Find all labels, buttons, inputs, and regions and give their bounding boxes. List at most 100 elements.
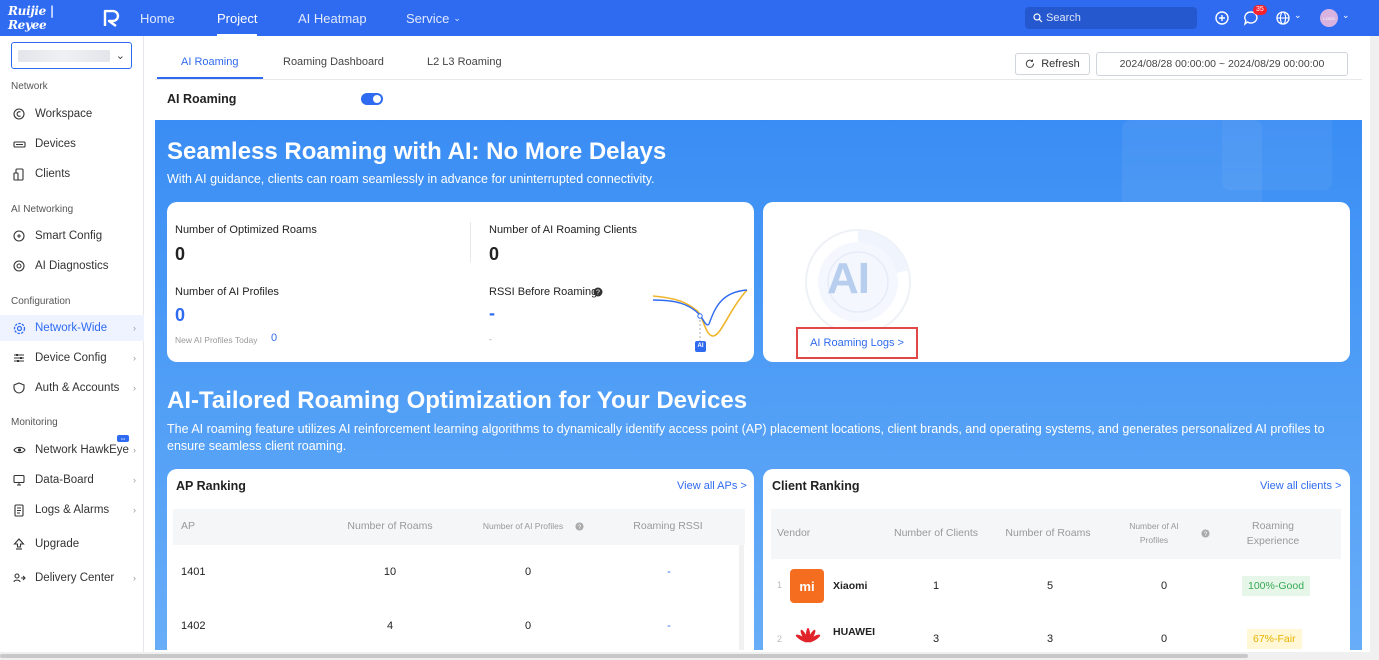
avatar[interactable]: LOGO xyxy=(1320,9,1338,27)
hero-banner: Seamless Roaming with AI: No More Delays… xyxy=(155,120,1362,650)
sidebar-item-ai-diagnostics[interactable]: AI Diagnostics xyxy=(0,253,144,279)
rssi-value: - xyxy=(489,303,495,323)
network-wide-gear-icon xyxy=(12,321,26,335)
clients-icon xyxy=(12,167,26,181)
vendor-name: Xiaomi xyxy=(833,580,868,592)
chevron-down-icon: ⌄ xyxy=(453,12,461,23)
client-ranking-title: Client Ranking xyxy=(772,479,860,493)
hero-title: Seamless Roaming with AI: No More Delays xyxy=(167,138,667,165)
page-vertical-scrollbar[interactable] xyxy=(1370,36,1379,656)
clients-count: 1 xyxy=(932,580,940,592)
column-header: Number of Roams xyxy=(1005,527,1091,539)
sidebar-item-workspace[interactable]: Workspace xyxy=(0,101,144,127)
refresh-button[interactable]: Refresh xyxy=(1015,53,1090,75)
sidebar-item-smart-config[interactable]: Smart Config xyxy=(0,223,144,249)
sidebar-item-devices[interactable]: Devices xyxy=(0,131,144,157)
horizontal-scroll-thumb[interactable] xyxy=(0,654,1248,658)
optimized-roams-label: Number of Optimized Roams xyxy=(175,224,317,236)
top-nav-bar: Ruijie | Reyee Home Project AI Heatmap S… xyxy=(0,0,1379,36)
language-chevron-icon[interactable]: ⌄ xyxy=(1294,10,1302,21)
ai-roaming-toggle[interactable] xyxy=(361,93,383,105)
globe-icon[interactable] xyxy=(1275,10,1291,26)
help-icon[interactable]: ? xyxy=(593,287,603,297)
ap-name: 1401 xyxy=(181,566,206,578)
rank-number: 1 xyxy=(777,580,783,590)
nav-service[interactable]: Service ⌄ xyxy=(406,0,461,36)
chevron-right-icon: › xyxy=(133,445,136,455)
active-tab-indicator xyxy=(157,77,263,79)
sidebar-item-label: Auth & Accounts xyxy=(35,382,120,394)
brand-logo[interactable]: Ruijie | Reyee xyxy=(8,4,120,32)
eye-icon xyxy=(12,443,26,457)
sidebar-item-label: Device Config xyxy=(35,352,107,364)
refresh-label: Refresh xyxy=(1041,58,1080,70)
roams-count: 10 xyxy=(383,566,397,578)
ai-roaming-logs-link[interactable]: AI Roaming Logs > xyxy=(796,327,918,359)
sidebar-item-data-board[interactable]: Data-Board › xyxy=(0,467,144,493)
upgrade-arrow-icon xyxy=(12,537,26,551)
svg-text:?: ? xyxy=(1204,531,1208,538)
column-header: Roaming RSSI xyxy=(633,520,703,532)
client-ranking-card: Client Ranking View all clients > Vendor… xyxy=(763,469,1350,650)
sidebar: ⌄ Network Workspace Devices Clients AI N… xyxy=(0,36,144,656)
sidebar-item-label: AI Diagnostics xyxy=(35,260,109,272)
sidebar-item-delivery-center[interactable]: Delivery Center › xyxy=(0,565,144,591)
optimization-title: AI-Tailored Roaming Optimization for You… xyxy=(167,387,748,414)
nav-ai-heatmap[interactable]: AI Heatmap xyxy=(298,0,367,36)
help-icon[interactable]: ? xyxy=(1201,529,1210,538)
ai-clients-label: Number of AI Roaming Clients xyxy=(489,224,637,236)
sidebar-item-label: Delivery Center xyxy=(35,572,115,584)
ai-profiles-label: Number of AI Profiles xyxy=(175,286,279,298)
profiles-count: 0 xyxy=(524,566,532,578)
column-header: Number of AI Profiles xyxy=(1129,521,1179,545)
ai-profiles-value[interactable]: 0 xyxy=(175,305,185,326)
view-all-clients-link[interactable]: View all clients > xyxy=(1260,480,1341,492)
roams-count: 3 xyxy=(1046,633,1054,645)
sidebar-item-device-config[interactable]: Device Config › xyxy=(0,345,144,371)
project-select[interactable]: ⌄ xyxy=(11,42,132,69)
tab-ai-roaming[interactable]: AI Roaming xyxy=(181,56,238,68)
sliders-icon xyxy=(12,351,26,365)
column-header: Number of Roams xyxy=(347,520,433,532)
chevron-right-icon: › xyxy=(133,505,136,515)
sidebar-item-label: Network-Wide xyxy=(35,322,108,334)
ap-table-scrollbar[interactable] xyxy=(739,545,744,650)
date-range-picker[interactable]: 2024/08/28 00:00:00 ~ 2024/08/29 00:00:0… xyxy=(1096,52,1348,76)
tab-l2-l3-roaming[interactable]: L2 L3 Roaming xyxy=(427,56,502,68)
sidebar-item-clients[interactable]: Clients xyxy=(0,161,144,187)
chevron-down-icon: ⌄ xyxy=(115,50,125,62)
sidebar-item-label: Smart Config xyxy=(35,230,103,242)
search-input[interactable]: Search xyxy=(1025,7,1197,29)
sidebar-item-label: Clients xyxy=(35,168,71,180)
section-monitoring: Monitoring xyxy=(11,417,58,428)
sidebar-item-label: Upgrade xyxy=(35,538,80,550)
tab-roaming-dashboard[interactable]: Roaming Dashboard xyxy=(283,56,384,68)
sidebar-item-label: Workspace xyxy=(35,108,93,120)
sidebar-item-auth-accounts[interactable]: Auth & Accounts › xyxy=(0,375,144,401)
section-configuration: Configuration xyxy=(11,296,71,307)
sidebar-item-upgrade[interactable]: Upgrade xyxy=(0,531,144,557)
stats-card: Number of Optimized Roams 0 Number of AI… xyxy=(167,202,754,362)
sidebar-item-label: Devices xyxy=(35,138,76,150)
column-header: Roaming Experience xyxy=(1246,520,1300,547)
help-icon[interactable]: ? xyxy=(575,522,584,531)
add-circle-icon[interactable] xyxy=(1214,10,1230,26)
workspace-icon xyxy=(12,107,26,121)
avatar-chevron-icon[interactable]: ⌄ xyxy=(1342,10,1350,21)
svg-text:?: ? xyxy=(578,524,582,531)
nav-home[interactable]: Home xyxy=(140,0,175,36)
chevron-right-icon: › xyxy=(133,383,136,393)
view-all-aps-link[interactable]: View all APs > xyxy=(677,480,747,492)
column-header: Number of Clients xyxy=(893,527,979,539)
log-file-icon xyxy=(12,503,26,517)
client-table-header: Vendor Number of Clients Number of Roams… xyxy=(771,509,1341,559)
refresh-icon xyxy=(1026,59,1035,68)
smart-config-icon xyxy=(12,229,26,243)
shield-icon xyxy=(12,381,26,395)
optimized-roams-value: 0 xyxy=(175,244,186,264)
nav-project[interactable]: Project xyxy=(217,0,258,36)
sidebar-item-network-wide[interactable]: Network-Wide › xyxy=(0,315,144,341)
sidebar-item-logs-alarms[interactable]: Logs & Alarms › xyxy=(0,497,144,523)
new-profiles-value[interactable]: 0 xyxy=(271,332,277,344)
sidebar-item-network-hawkeye[interactable]: Network HawkEye › xyxy=(0,437,144,463)
